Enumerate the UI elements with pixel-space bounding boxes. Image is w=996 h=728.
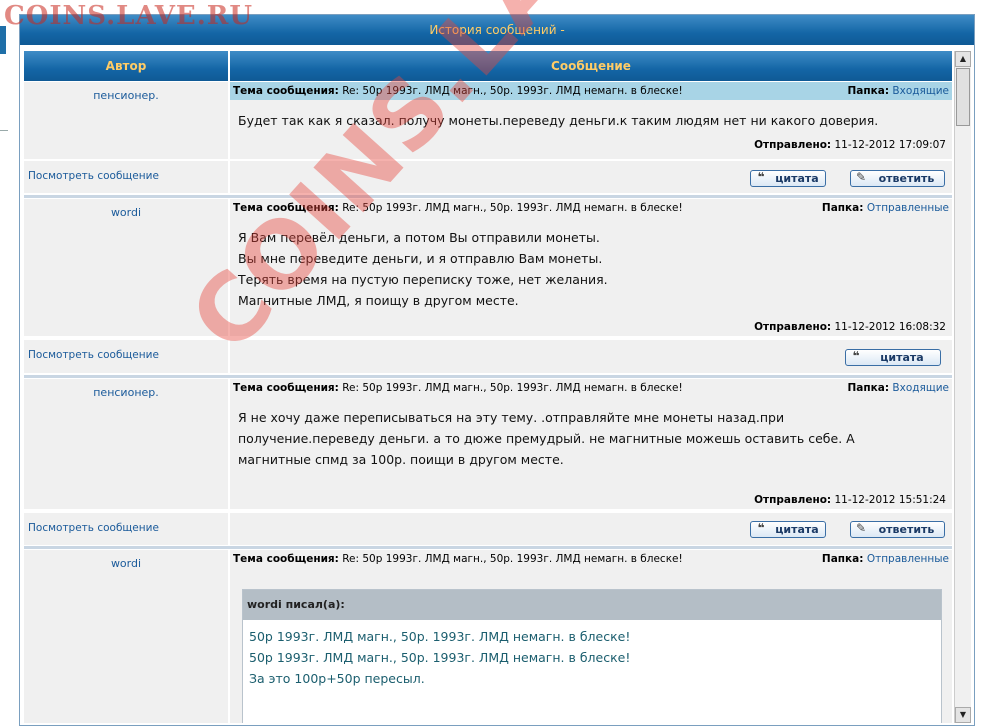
sent-label: Отправлено: [754,321,832,333]
message-cell: Тема сообщения: Re: 50р 1993г. ЛМД магн.… [230,379,952,509]
folder-label: Папка: [821,553,864,565]
message-line: Терять время на пустую переписку тоже, н… [238,272,608,287]
message-line: Вы мне переведите деньги, и я отправлю В… [238,251,603,266]
scroll-down-arrow-icon[interactable]: ▼ [955,707,971,723]
view-message-link[interactable]: Посмотреть сообщение [28,170,159,182]
quote-icon: ❝ [757,170,765,184]
subject-text: Re: 50р 1993г. ЛМД магн., 50р. 1993г. ЛМ… [342,202,683,214]
message-line: Будет так как я сказал. получу монеты.пе… [238,113,879,128]
quote-header: wordi писал(а): [243,590,941,620]
quote-line: 50р 1993г. ЛМД магн., 50р. 1993г. ЛМД не… [249,650,631,665]
folder-link[interactable]: Входящие [892,85,949,97]
folder-link[interactable]: Отправленные [867,553,949,565]
subject-text: Re: 50р 1993г. ЛМД магн., 50р. 1993г. ЛМ… [342,553,683,565]
quote-body: 50р 1993г. ЛМД магн., 50р. 1993г. ЛМД не… [243,620,941,695]
subject-line: Тема сообщения: Re: 50р 1993г. ЛМД магн.… [230,379,952,397]
vertical-scrollbar[interactable]: ▲ ▼ [954,51,971,723]
message-body: Будет так как я сказал. получу монеты.пе… [230,110,952,131]
message-body: Я Вам перевёл деньги, а потом Вы отправи… [230,227,952,311]
author-name[interactable]: пенсионер. [24,82,228,102]
quote-block: wordi писал(а): 50р 1993г. ЛМД магн., 50… [242,589,942,723]
quote-button[interactable]: ❝ цитата [845,349,941,366]
row-separator [24,195,952,198]
subject-label: Тема сообщения: [233,382,339,394]
author-cell: wordi [24,199,228,336]
subject-line: Тема сообщения: Re: 50р 1993г. ЛМД магн.… [230,199,952,217]
column-header-message: Сообщение [230,51,952,81]
quote-button[interactable]: ❝ цитата [750,521,826,538]
quote-button[interactable]: ❝ цитата [750,170,826,187]
folder-link[interactable]: Отправленные [867,202,949,214]
folder-label: Папка: [847,85,890,97]
message-body: Я не хочу даже переписываться на эту тем… [230,407,952,470]
scroll-up-arrow-icon[interactable]: ▲ [955,51,971,67]
reply-icon: ✎ [855,170,867,184]
author-cell: wordi [24,550,228,723]
quote-line: За это 100р+50р пересыл. [249,671,425,686]
author-name[interactable]: wordi [24,550,228,570]
watermark-logo: COINS.LAVE.RU [4,1,254,31]
row-separator [24,546,952,549]
footer-actions-cell: ❝ цитата [230,340,952,373]
author-name[interactable]: пенсионер. [24,379,228,399]
divider [0,130,8,131]
footer-actions-cell: ❝ цитата ✎ ответить [230,161,952,193]
sent-info: Отправлено: 11-12-2012 16:08:32 [754,321,946,333]
view-message-link[interactable]: Посмотреть сообщение [28,522,159,534]
sent-date: 11-12-2012 17:09:07 [834,139,946,151]
author-cell: пенсионер. [24,82,228,159]
footer-actions-cell: ❝ цитата ✎ ответить [230,513,952,545]
message-line: магнитные спмд за 100р. поищи в другом м… [238,452,564,467]
history-content: Автор Сообщение пенсионер. Тема сообщени… [24,51,952,723]
reply-icon: ✎ [855,521,867,535]
subject-line: Тема сообщения: Re: 50р 1993г. ЛМД магн.… [230,550,952,568]
column-header-author: Автор [24,51,228,81]
view-message-link[interactable]: Посмотреть сообщение [28,349,159,361]
subject-label: Тема сообщения: [233,202,339,214]
footer-author-cell: Посмотреть сообщение [24,340,228,373]
quote-line: 50р 1993г. ЛМД магн., 50р. 1993г. ЛМД не… [249,629,631,644]
footer-author-cell: Посмотреть сообщение [24,161,228,193]
message-line: Я Вам перевёл деньги, а потом Вы отправи… [238,230,600,245]
author-cell: пенсионер. [24,379,228,509]
reply-button[interactable]: ✎ ответить [850,170,945,187]
message-cell: Тема сообщения: Re: 50р 1993г. ЛМД магн.… [230,550,952,723]
sent-info: Отправлено: 11-12-2012 15:51:24 [754,494,946,506]
subject-text: Re: 50р 1993г. ЛМД магн., 50р. 1993г. ЛМ… [342,85,683,97]
subject-label: Тема сообщения: [233,553,339,565]
row-separator [24,375,952,378]
subject-label: Тема сообщения: [233,85,339,97]
sent-label: Отправлено: [754,494,832,506]
sent-label: Отправлено: [754,139,832,151]
folder-link[interactable]: Входящие [892,382,949,394]
scroll-thumb[interactable] [956,68,970,126]
message-line: получение.переведу деньги. а то дюже пре… [238,431,855,446]
message-cell: Тема сообщения: Re: 50р 1993г. ЛМД магн.… [230,199,952,336]
quote-icon: ❝ [852,349,860,363]
quote-icon: ❝ [757,521,765,535]
subject-line: Тема сообщения: Re: 50р 1993г. ЛМД магн.… [230,82,952,100]
sent-info: Отправлено: 11-12-2012 17:09:07 [754,139,946,151]
message-history-window: История сообщений - Автор Сообщение пенс… [19,14,975,726]
message-line: Магнитные ЛМД, я поищу в другом месте. [238,293,519,308]
message-line: Я не хочу даже переписываться на эту тем… [238,410,785,425]
folder-label: Папка: [847,382,890,394]
footer-author-cell: Посмотреть сообщение [24,513,228,545]
folder-label: Папка: [821,202,864,214]
left-edge [0,0,8,728]
reply-button[interactable]: ✎ ответить [850,521,945,538]
sent-date: 11-12-2012 16:08:32 [834,321,946,333]
sent-date: 11-12-2012 15:51:24 [834,494,946,506]
subject-text: Re: 50р 1993г. ЛМД магн., 50р. 1993г. ЛМ… [342,382,683,394]
message-cell: Тема сообщения: Re: 50р 1993г. ЛМД магн.… [230,82,952,159]
author-name[interactable]: wordi [24,199,228,219]
